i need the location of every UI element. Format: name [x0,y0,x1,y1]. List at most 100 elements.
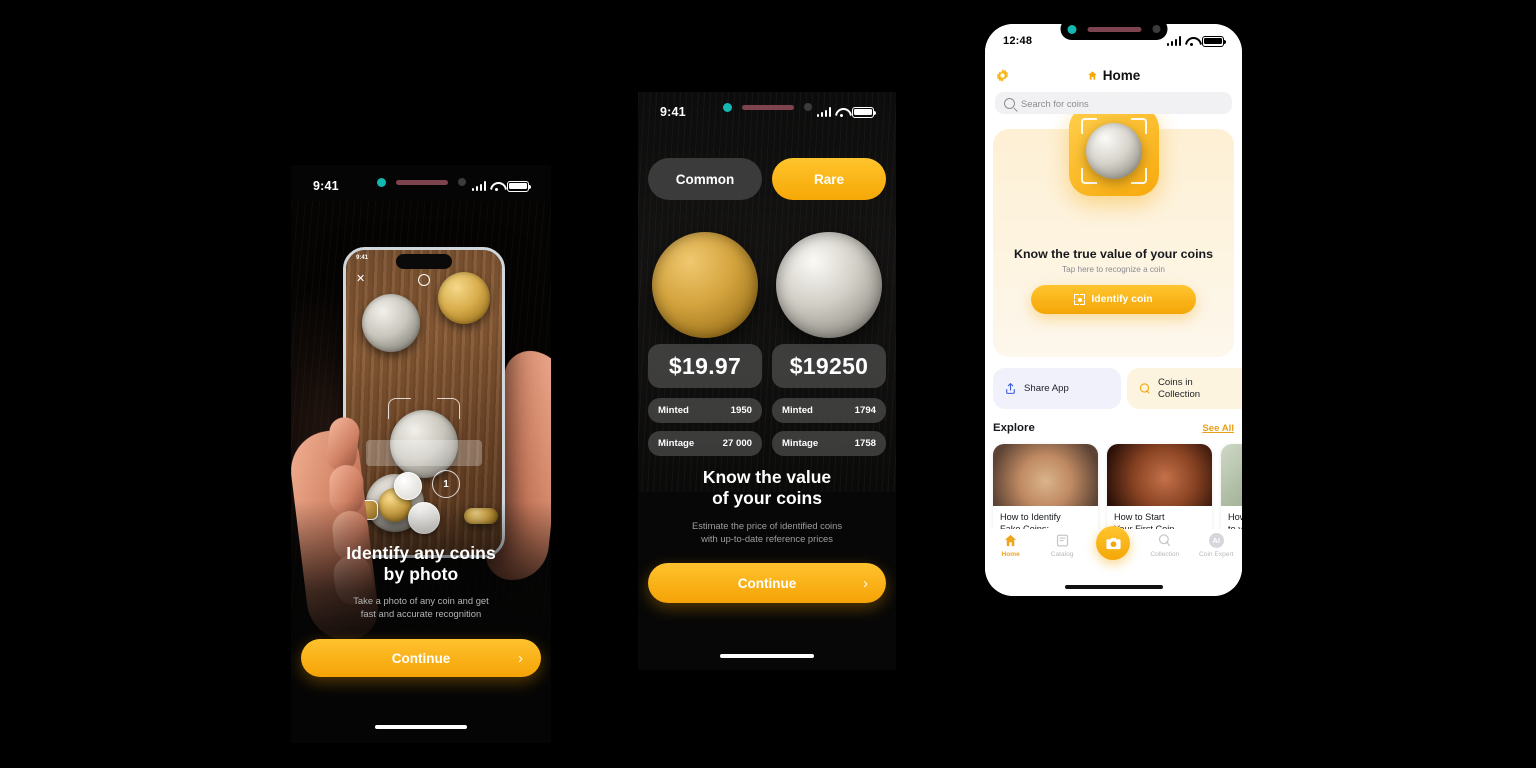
coin-icon [1139,383,1150,394]
ai-icon: AI [1208,532,1224,548]
dynamic-island [1060,24,1167,40]
app-header: Home [985,62,1242,88]
status-indicators [816,106,876,118]
tab-collection-label: Collection [1150,551,1180,558]
stat-minted-silver: Minted 1794 [772,398,886,423]
search-icon [1004,97,1015,109]
status-time: 12:48 [1003,35,1033,47]
flash-icon[interactable] [418,274,430,286]
price-card-gold: $19.97 [648,344,762,388]
explore-header: Explore See All [993,422,1234,434]
status-time: 9:41 [313,179,339,193]
phone-onboarding-identify: 9:41 ✕ 1 9:41 Identify any coins by phot… [291,165,551,743]
explore-title: Explore [993,422,1035,434]
stat-label: Minted [658,405,689,416]
camera-icon[interactable] [1096,526,1131,560]
close-icon[interactable]: ✕ [356,274,366,285]
segment-rare[interactable]: Rare [772,158,886,200]
status-indicators [471,180,531,192]
scan-highlight-band [366,440,482,466]
page-subtitle-line2: fast and accurate recognition [360,608,482,620]
price-value-silver: $19250 [789,352,869,379]
sensor-dot [803,103,812,111]
level-badge: 1 [432,470,460,498]
card-thumbnail [993,444,1098,506]
coin-gold-top [438,272,490,324]
hero-photo-hand-holding-phone: 9:41 ✕ 1 [291,201,551,701]
tab-catalog[interactable]: Catalog [1039,532,1085,558]
camera-lens-dot [1067,24,1076,34]
phone-onboarding-value: 9:41 Common Rare $19.97 $19250 Minted 19… [638,92,896,670]
camera-cluster [719,101,815,113]
page-subtitle-line1: Take a photo of any coin and get [353,595,489,606]
bottom-tab-bar: Home Catalog Collection AI Coin Expert [985,526,1242,578]
camera-lens-dot [722,102,732,112]
tab-catalog-label: Catalog [1050,551,1074,558]
search-input[interactable]: Search for coins [995,92,1232,114]
coin-silver-preview[interactable] [776,232,882,338]
continue-button[interactable]: Continue › [648,563,886,603]
coins-in-collection-button[interactable]: Coins in Collection [1127,368,1242,409]
camera-cluster [373,176,469,188]
chevron-right-icon: › [863,574,868,592]
tab-coin-expert[interactable]: AI Coin Expert [1193,532,1239,558]
wifi-icon [490,181,503,191]
page-title: Home [985,68,1242,83]
cellular-signal-icon [471,181,486,191]
cellular-signal-icon [1166,36,1181,46]
hero-subtitle: Tap here to recognize a coin [1062,265,1165,274]
tab-home[interactable]: Home [988,532,1034,558]
share-app-label: Share App [1024,382,1069,394]
page-title-line1: Know the value [702,467,832,487]
tab-collection[interactable]: Collection [1142,532,1188,558]
inner-notch [396,254,452,269]
home-indicator [1064,585,1163,589]
tab-home-label: Home [1001,551,1020,558]
screen-3: 12:48 Home Search for coins Know the tru… [985,24,1242,596]
screen-1: 9:41 ✕ 1 9:41 Identify any coins by phot… [291,165,551,743]
battery-icon [507,180,531,192]
page-title-line1: Identify any coins [346,543,496,563]
home-indicator [375,725,467,729]
stat-label: Mintage [782,438,819,449]
continue-button-label: Continue [737,575,797,591]
price-card-silver: $19250 [772,344,886,388]
share-app-button[interactable]: Share App [993,368,1121,409]
speaker-pill [395,179,448,185]
sensor-dot [1152,25,1160,33]
identify-coin-button[interactable]: Identify coin [1031,285,1196,314]
gear-icon[interactable] [995,68,1010,83]
card-caption-line1: How to Identify [1000,512,1061,522]
onboarding-copy: Know the value of your coins Estimate th… [638,467,896,546]
result-bubble-1[interactable] [394,472,422,500]
stat-mintage-gold: Mintage 27 000 [648,431,762,456]
page-title-line2: by photo [383,564,459,584]
segment-rare-label: Rare [813,171,845,187]
coin-scan-icon [1068,106,1159,196]
coin-gold-preview[interactable] [652,232,758,338]
speaker-pill [1087,26,1141,32]
hero-card-identify[interactable]: Know the true value of your coins Tap he… [993,106,1234,357]
cellular-signal-icon [816,107,831,117]
tab-camera[interactable] [1090,526,1136,560]
continue-button[interactable]: Continue › [301,639,541,677]
book-icon [1054,532,1070,548]
home-icon [1088,70,1097,80]
share-icon [1006,383,1015,394]
stat-label: Mintage [658,438,695,449]
home-icon [1003,532,1019,548]
card-thumbnail [1221,444,1242,506]
home-indicator [720,654,814,658]
continue-button-label: Continue [391,650,451,666]
card-caption-line1: How [1228,512,1242,522]
see-all-link[interactable]: See All [1202,423,1234,434]
stat-value: 1758 [854,438,876,449]
page-subtitle-line2: with up-to-date reference prices [701,533,833,545]
page-title-label: Home [1102,67,1141,83]
stat-mintage-silver: Mintage 1758 [772,431,886,456]
screen-2: 9:41 Common Rare $19.97 $19250 Minted 19… [638,92,896,670]
stat-label: Minted [782,405,813,416]
segment-common[interactable]: Common [648,158,762,200]
battery-icon [1202,35,1226,47]
card-caption-line1: How to Start [1114,512,1165,522]
